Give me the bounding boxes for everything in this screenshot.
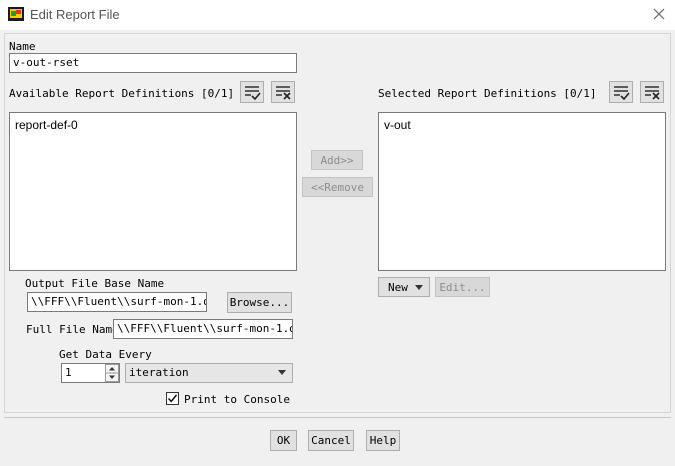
get-data-unit-value: iteration	[129, 366, 189, 379]
edit-button[interactable]: Edit...	[435, 277, 490, 297]
available-definitions-list[interactable]: report-def-0	[9, 112, 297, 271]
select-all-selected-button[interactable]	[609, 81, 633, 103]
chevron-down-icon	[415, 285, 423, 290]
browse-button[interactable]: Browse...	[227, 292, 292, 313]
available-definitions-label: Available Report Definitions [0/1]	[9, 87, 235, 100]
get-data-count-value: 1	[65, 366, 72, 379]
help-button[interactable]: Help	[366, 430, 400, 451]
deselect-all-icon	[276, 86, 291, 100]
new-dropdown-button[interactable]: New	[378, 277, 430, 297]
chevron-down-icon	[278, 370, 286, 375]
app-logo-icon	[8, 7, 24, 21]
selected-definitions-list[interactable]: v-out	[378, 112, 666, 271]
new-label: New	[388, 280, 408, 294]
selected-definitions-label: Selected Report Definitions [0/1]	[378, 87, 597, 100]
checkmark-icon	[167, 394, 178, 403]
full-file-input[interactable]: \\FFF\\Fluent\\surf-mon-1.out	[113, 319, 293, 339]
window-title: Edit Report File	[30, 7, 120, 22]
select-all-icon	[614, 86, 630, 101]
deselect-all-selected-button[interactable]	[640, 81, 664, 103]
remove-button[interactable]: <<Remove	[302, 177, 373, 197]
list-item[interactable]: report-def-0	[15, 118, 78, 132]
name-input[interactable]: v-out-rset	[9, 53, 297, 73]
select-all-icon	[245, 86, 261, 101]
close-icon[interactable]	[651, 6, 667, 22]
full-file-label: Full File Name	[26, 323, 119, 336]
deselect-all-available-button[interactable]	[271, 81, 295, 103]
select-all-available-button[interactable]	[240, 81, 264, 103]
output-file-input[interactable]: \\FFF\\Fluent\\surf-mon-1.out	[27, 292, 207, 312]
spinner-arrows-icon[interactable]	[105, 364, 119, 382]
list-item[interactable]: v-out	[384, 118, 411, 132]
output-file-label: Output File Base Name	[25, 277, 165, 290]
cancel-button[interactable]: Cancel	[308, 430, 354, 451]
get-data-label: Get Data Every	[59, 348, 152, 361]
print-console-checkbox[interactable]	[166, 392, 179, 405]
footer-divider	[4, 417, 671, 418]
deselect-all-icon	[645, 86, 660, 100]
ok-button[interactable]: OK	[270, 430, 297, 451]
add-button[interactable]: Add>>	[311, 150, 363, 170]
print-console-label: Print to Console	[184, 393, 290, 406]
get-data-unit-select[interactable]: iteration	[125, 363, 293, 383]
name-label: Name	[9, 40, 36, 53]
